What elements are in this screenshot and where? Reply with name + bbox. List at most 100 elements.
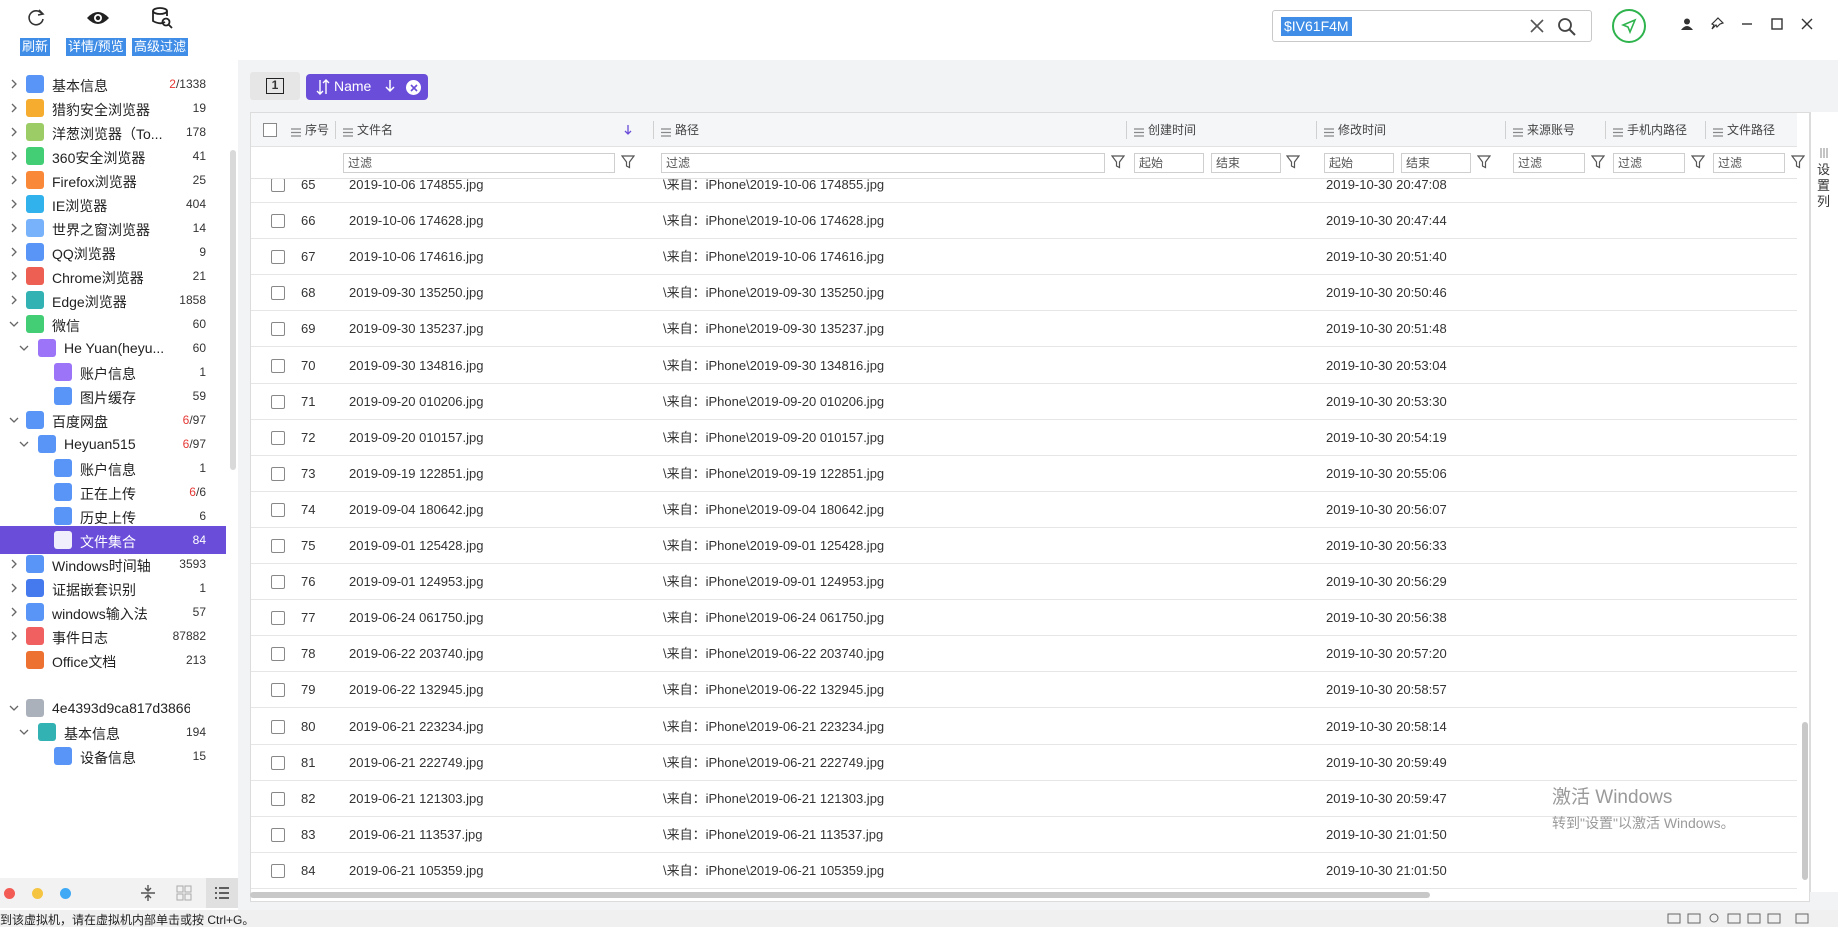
chevron-right-icon[interactable] [8,246,20,258]
chevron-right-icon[interactable] [8,150,20,162]
column-header[interactable]: 路径 [675,113,699,147]
table-row[interactable]: 70 2019-09-30 134816.jpg \来自：iPhone\2019-0… [251,348,1797,384]
table-row[interactable]: 84 2019-06-21 105359.jpg \来自：iPhone\2019-0… [251,853,1797,889]
column-filter-input[interactable]: 结束 [1211,153,1281,173]
row-checkbox[interactable] [271,827,285,842]
row-checkbox[interactable] [271,611,285,626]
column-menu-icon[interactable] [1613,125,1623,140]
table-row[interactable]: 67 2019-10-06 174616.jpg \来自：iPhone\2019-1… [251,239,1797,276]
chevron-down-icon[interactable] [18,726,30,738]
row-checkbox[interactable] [271,322,285,337]
details-preview-button[interactable]: 详情/预览 [66,38,126,56]
column-menu-icon[interactable] [1134,125,1144,140]
sidebar-item[interactable]: Office文档 213 [0,646,226,674]
table-row[interactable]: 74 2019-09-04 180642.jpg \来自：iPhone\2019-0… [251,492,1797,528]
column-menu-icon[interactable] [661,125,671,140]
column-filter-input[interactable]: 结束 [1401,153,1471,173]
chevron-down-icon[interactable] [18,342,30,354]
search-icon[interactable] [1557,17,1577,40]
refresh-button[interactable]: 刷新 [20,38,51,56]
column-header[interactable]: 来源账号 [1527,113,1575,147]
table-row[interactable]: 68 2019-09-30 135250.jpg \来自：iPhone\2019-0… [251,275,1797,312]
column-filter-input[interactable]: 过滤 [661,153,1105,173]
sidebar-scrollbar[interactable] [230,150,236,470]
grid-view-icon[interactable] [176,885,192,904]
row-checkbox[interactable] [271,179,285,192]
refresh-icon[interactable] [16,2,56,34]
send-icon[interactable] [1612,9,1646,43]
chevron-down-icon[interactable] [8,318,20,330]
column-header[interactable]: 创建时间 [1148,113,1196,147]
chevron-right-icon[interactable] [8,198,20,210]
clear-icon[interactable] [1529,18,1545,37]
row-checkbox[interactable] [271,539,285,553]
filter-funnel-icon[interactable] [1110,155,1127,171]
column-filter-input[interactable]: 过滤 [1613,153,1685,173]
table-row[interactable]: 75 2019-09-01 125428.jpg \来自：iPhone\2019-0… [251,528,1797,564]
filter-funnel-icon[interactable] [1476,155,1493,171]
row-checkbox[interactable] [271,358,285,373]
chevron-right-icon[interactable] [8,606,20,618]
table-row[interactable]: 79 2019-06-22 132945.jpg \来自：iPhone\2019-0… [251,672,1797,709]
column-menu-icon[interactable] [1513,125,1523,140]
select-all-checkbox[interactable] [263,123,277,137]
chevron-down-icon[interactable] [8,414,20,426]
chevron-right-icon[interactable] [8,294,20,306]
column-settings-label[interactable]: 设置列 [1817,162,1833,210]
table-row[interactable]: 76 2019-09-01 124953.jpg \来自：iPhone\2019-0… [251,564,1797,601]
chevron-right-icon[interactable] [8,78,20,90]
pin-icon[interactable] [1705,12,1729,36]
column-header[interactable]: 文件路径 [1727,113,1775,147]
column-filter-input[interactable]: 过滤 [343,153,615,173]
collapse-icon[interactable] [140,884,156,905]
column-menu-icon[interactable] [291,125,301,140]
row-checkbox[interactable] [271,647,285,662]
filter-funnel-icon[interactable] [1690,155,1707,171]
table-row[interactable]: 69 2019-09-30 135237.jpg \来自：iPhone\2019-0… [251,311,1797,348]
row-checkbox[interactable] [271,683,285,698]
column-header[interactable]: 序号 [305,113,329,147]
sort-chip[interactable]: Name [306,74,428,100]
table-row[interactable]: 78 2019-06-22 203740.jpg \来自：iPhone\2019-0… [251,636,1797,673]
column-menu-icon[interactable] [1713,125,1723,140]
row-checkbox[interactable] [271,250,285,265]
row-checkbox[interactable] [271,863,285,878]
user-icon[interactable] [1675,12,1699,36]
yellow-dot-icon[interactable] [32,888,43,899]
column-divider[interactable] [653,121,654,139]
list-view-icon[interactable] [206,878,238,908]
chevron-right-icon[interactable] [8,126,20,138]
column-menu-icon[interactable] [1324,125,1334,140]
table-row[interactable]: 66 2019-10-06 174628.jpg \来自：iPhone\2019-1… [251,203,1797,240]
blue-dot-icon[interactable] [60,888,71,899]
column-divider[interactable] [335,121,336,139]
eye-icon[interactable] [78,2,118,34]
filter-funnel-icon[interactable] [620,155,637,171]
row-checkbox[interactable] [271,502,285,517]
table-row[interactable]: 73 2019-09-19 122851.jpg \来自：iPhone\2019-0… [251,456,1797,492]
chevron-right-icon[interactable] [8,630,20,642]
drag-handle-icon[interactable] [1820,146,1828,161]
column-divider[interactable] [1316,121,1317,139]
row-checkbox[interactable] [271,286,285,301]
column-filter-input[interactable]: 起始 [1324,153,1394,173]
column-filter-input[interactable]: 过滤 [1513,153,1585,173]
filter-funnel-icon[interactable] [1790,155,1807,171]
column-divider[interactable] [1505,121,1506,139]
vertical-scrollbar[interactable] [1802,722,1808,880]
chevron-right-icon[interactable] [8,582,20,594]
horizontal-scrollbar[interactable] [250,892,1430,898]
chevron-down-icon[interactable] [8,702,20,714]
column-header[interactable]: 修改时间 [1338,113,1386,147]
search-input[interactable]: $IV61F4M [1281,17,1352,36]
chevron-right-icon[interactable] [8,174,20,186]
chevron-right-icon[interactable] [8,102,20,114]
row-checkbox[interactable] [271,430,285,445]
row-checkbox[interactable] [271,394,285,409]
advanced-filter-button[interactable]: 高级过滤 [132,38,189,56]
database-filter-icon[interactable] [142,2,182,34]
row-checkbox[interactable] [271,719,285,734]
filter-funnel-icon[interactable] [1590,155,1607,171]
table-row[interactable]: 71 2019-09-20 010206.jpg \来自：iPhone\2019-0… [251,384,1797,420]
remove-sort-icon[interactable] [406,80,421,95]
